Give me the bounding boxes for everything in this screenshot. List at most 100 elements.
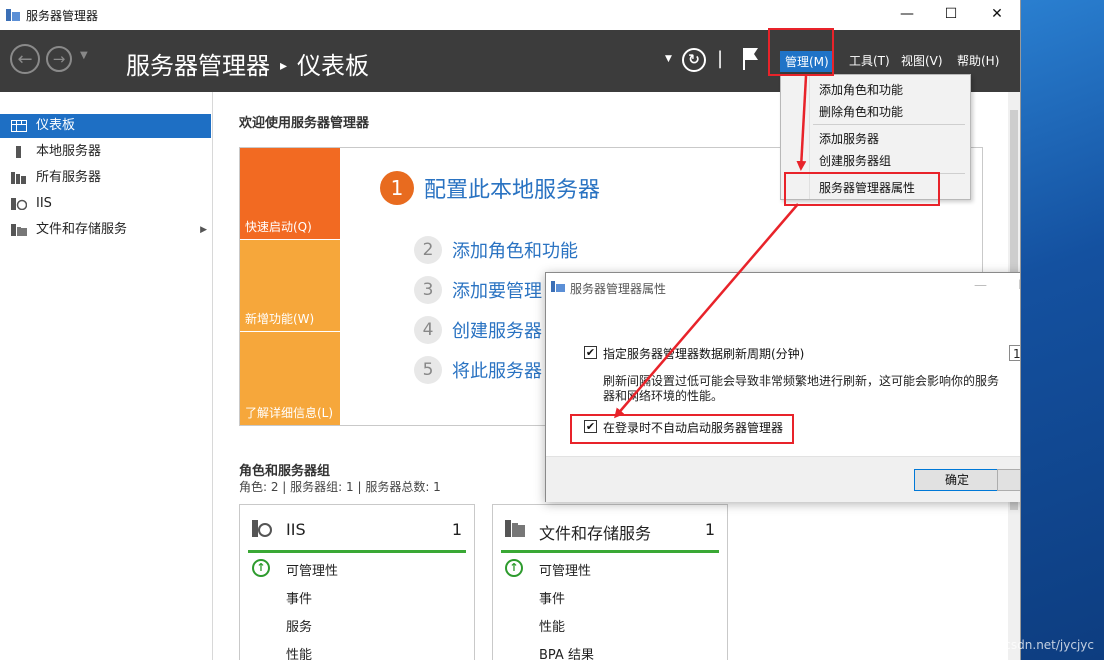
- breadcrumb-root[interactable]: 服务器管理器: [126, 52, 270, 80]
- menu-help[interactable]: 帮助(H): [957, 52, 999, 69]
- step-add-roles[interactable]: 2 添加角色和功能: [414, 236, 578, 264]
- annotation-box-properties: [784, 172, 940, 206]
- step-label: 将此服务器: [452, 361, 542, 382]
- breadcrumb-separator-icon: ▸: [280, 58, 288, 74]
- card-row-bpa-results[interactable]: BPA 结果: [539, 644, 594, 660]
- status-ok-icon: ↑: [505, 559, 523, 577]
- close-button[interactable]: ✕: [974, 0, 1020, 30]
- iis-icon: [252, 520, 272, 537]
- step-configure-local-server[interactable]: 1 配置此本地服务器: [380, 171, 600, 205]
- step-connect-cloud[interactable]: 5 将此服务器: [414, 356, 542, 384]
- server-manager-app-icon: [551, 281, 565, 292]
- header-divider: |: [717, 48, 724, 69]
- step-number-badge: 2: [414, 236, 442, 264]
- refresh-warning-note: 刷新间隔设置过低可能会导致非常频繁地进行刷新，这可能会影响你的服务器和网络环境的…: [603, 374, 1000, 403]
- forward-button[interactable]: →: [46, 46, 72, 72]
- menu-tools[interactable]: 工具(T): [849, 52, 890, 69]
- roles-section-title: 角色和服务器组: [239, 464, 331, 479]
- refresh-dropdown-icon[interactable]: ▼: [665, 54, 672, 64]
- menu-separator: [813, 124, 965, 125]
- sidebar-item-label: IIS: [36, 196, 52, 211]
- watermark-text: https://blog.csdn.net/jycjyc: [931, 638, 1094, 652]
- refresh-icon[interactable]: ↻: [682, 48, 706, 72]
- step-label: 添加要管理: [452, 281, 542, 302]
- back-button[interactable]: ←: [10, 44, 40, 74]
- notifications-flag-icon[interactable]: [740, 46, 760, 72]
- step-label: 配置此本地服务器: [424, 178, 601, 203]
- card-count: 1: [704, 520, 715, 539]
- step-number-badge: 4: [414, 316, 442, 344]
- iis-icon: [11, 198, 27, 210]
- folder-server-icon: [11, 224, 27, 236]
- sidebar-item-file-storage[interactable]: 文件和存储服务 ▶: [0, 218, 211, 242]
- card-row-manageability[interactable]: 可管理性: [539, 560, 591, 579]
- tile-learn-more[interactable]: 了解详细信息(L): [240, 332, 340, 425]
- breadcrumb-current: 仪表板: [297, 52, 370, 80]
- menu-view[interactable]: 视图(V): [901, 52, 943, 69]
- properties-dialog: 服务器管理器属性 — ☐ ✕ ✔ 指定服务器管理器数据刷新周期(分钟) 10 刷…: [545, 272, 1020, 502]
- sidebar-item-all-servers[interactable]: 所有服务器: [0, 166, 211, 190]
- step-number-badge: 3: [414, 276, 442, 304]
- dialog-footer: 确定 取消: [546, 456, 1020, 502]
- expand-arrow-icon[interactable]: ▶: [200, 218, 207, 242]
- server-manager-window: 服务器管理器 — ☐ ✕ ← → ▼ 服务器管理器 ▸ 仪表板 ▼ ↻ | 管理(M…: [0, 0, 1021, 660]
- menu-item-add-roles[interactable]: 添加角色和功能: [819, 81, 903, 98]
- sidebar-item-iis[interactable]: IIS: [0, 192, 211, 216]
- card-count: 1: [451, 520, 462, 539]
- card-title: IIS: [286, 520, 306, 539]
- welcome-heading: 欢迎使用服务器管理器: [239, 116, 370, 131]
- maximize-button[interactable]: ☐: [928, 0, 974, 30]
- step-add-servers[interactable]: 3 添加要管理: [414, 276, 542, 304]
- folder-server-icon: [505, 520, 525, 537]
- status-bar: [501, 550, 719, 553]
- annotation-box-manage: [768, 28, 834, 76]
- dashboard-icon: [11, 120, 27, 132]
- card-row-performance[interactable]: 性能: [539, 616, 565, 635]
- step-label: 添加角色和功能: [452, 241, 578, 262]
- card-row-events[interactable]: 事件: [286, 588, 312, 607]
- refresh-period-input[interactable]: 10: [1009, 345, 1020, 361]
- roles-summary: 角色: 2 | 服务器组: 1 | 服务器总数: 1: [239, 480, 441, 494]
- dialog-title: 服务器管理器属性: [570, 282, 667, 296]
- step-number-badge: 5: [414, 356, 442, 384]
- refresh-period-checkbox[interactable]: ✔: [584, 346, 597, 359]
- sidebar-item-label: 所有服务器: [36, 170, 102, 185]
- menu-item-remove-roles[interactable]: 删除角色和功能: [819, 103, 903, 120]
- tile-quick-start[interactable]: 快速启动(Q): [240, 148, 340, 239]
- sidebar-item-label: 仪表板: [36, 118, 76, 133]
- breadcrumb: 服务器管理器 ▸ 仪表板: [126, 46, 369, 81]
- refresh-period-label: 指定服务器管理器数据刷新周期(分钟): [603, 347, 805, 361]
- card-title: 文件和存储服务: [539, 524, 652, 543]
- menu-item-add-servers[interactable]: 添加服务器: [819, 130, 879, 147]
- sidebar-item-label: 本地服务器: [36, 144, 102, 159]
- annotation-box-autostart: [570, 414, 794, 444]
- role-card-iis[interactable]: IIS 1 ↑ 可管理性 事件 服务 性能: [239, 504, 475, 660]
- sidebar-item-local-server[interactable]: 本地服务器: [0, 140, 211, 164]
- card-row-services[interactable]: 服务: [286, 616, 312, 635]
- sidebar-item-dashboard[interactable]: 仪表板: [0, 114, 211, 138]
- servers-icon: [11, 172, 26, 184]
- ok-button[interactable]: 确定: [914, 469, 1000, 491]
- title-bar: 服务器管理器 — ☐ ✕: [0, 0, 1020, 30]
- tile-label: 了解详细信息(L): [245, 406, 334, 420]
- card-row-manageability[interactable]: 可管理性: [286, 560, 338, 579]
- dialog-minimize-button[interactable]: —: [974, 278, 987, 293]
- server-icon: [16, 146, 21, 158]
- dialog-maximize-button[interactable]: ☐: [1018, 278, 1020, 293]
- server-manager-app-icon: [6, 9, 20, 21]
- tile-label: 快速启动(Q): [245, 220, 312, 234]
- tile-whats-new[interactable]: 新增功能(W): [240, 240, 340, 331]
- desktop-background: [1020, 0, 1104, 660]
- tile-label: 新增功能(W): [245, 312, 315, 326]
- cancel-button[interactable]: 取消: [997, 469, 1020, 491]
- step-label: 创建服务器: [452, 321, 542, 342]
- menu-item-create-server-group[interactable]: 创建服务器组: [819, 152, 891, 169]
- card-row-events[interactable]: 事件: [539, 588, 565, 607]
- step-create-server-group[interactable]: 4 创建服务器: [414, 316, 542, 344]
- history-dropdown-icon[interactable]: ▼: [80, 50, 88, 61]
- role-card-file-storage[interactable]: 文件和存储服务 1 ↑ 可管理性 事件 性能 BPA 结果: [492, 504, 728, 660]
- minimize-button[interactable]: —: [884, 0, 930, 30]
- card-row-performance[interactable]: 性能: [286, 644, 312, 660]
- sidebar-item-label: 文件和存储服务: [36, 222, 128, 237]
- sidebar: 仪表板 本地服务器 所有服务器 IIS 文件和存储服务 ▶: [0, 92, 213, 660]
